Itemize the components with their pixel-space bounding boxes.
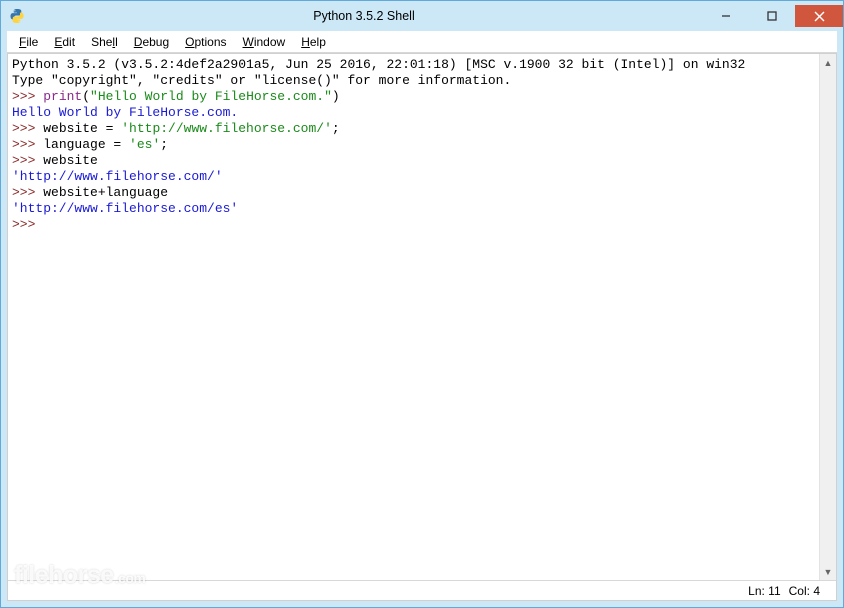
scroll-down-arrow-icon[interactable]: ▼ bbox=[820, 563, 836, 580]
window-title: Python 3.5.2 Shell bbox=[25, 9, 703, 23]
code-text: website = bbox=[43, 121, 121, 136]
menu-shell[interactable]: Shell bbox=[83, 33, 126, 51]
paren: ) bbox=[332, 89, 340, 104]
code-text: website bbox=[43, 153, 98, 168]
string-literal: 'http://www.filehorse.com/' bbox=[121, 121, 332, 136]
builtin-print: print bbox=[43, 89, 82, 104]
string-literal: 'es' bbox=[129, 137, 160, 152]
prompt: >>> bbox=[12, 217, 43, 232]
python-app-icon bbox=[9, 8, 25, 24]
close-button[interactable] bbox=[795, 5, 843, 27]
code-text: ; bbox=[160, 137, 168, 152]
content-wrap: Python 3.5.2 (v3.5.2:4def2a2901a5, Jun 2… bbox=[7, 53, 837, 601]
menu-edit[interactable]: Edit bbox=[46, 33, 83, 51]
menu-help[interactable]: Help bbox=[293, 33, 334, 51]
minimize-button[interactable] bbox=[703, 5, 749, 27]
titlebar[interactable]: Python 3.5.2 Shell bbox=[1, 1, 843, 31]
statusbar: Ln: 11 Col: 4 bbox=[8, 580, 836, 600]
prompt: >>> bbox=[12, 153, 43, 168]
menu-window[interactable]: Window bbox=[235, 33, 294, 51]
maximize-button[interactable] bbox=[749, 5, 795, 27]
prompt: >>> bbox=[12, 137, 43, 152]
stdout-line: Hello World by FileHorse.com. bbox=[12, 105, 238, 120]
vertical-scrollbar[interactable]: ▲ ▼ bbox=[819, 54, 836, 580]
paren: ( bbox=[82, 89, 90, 104]
banner-line-1: Python 3.5.2 (v3.5.2:4def2a2901a5, Jun 2… bbox=[12, 57, 745, 72]
stdout-line: 'http://www.filehorse.com/es' bbox=[12, 201, 238, 216]
menubar: File Edit Shell Debug Options Window Hel… bbox=[7, 31, 837, 53]
status-line: Ln: 11 bbox=[748, 584, 780, 598]
scrollbar-track[interactable] bbox=[820, 71, 836, 563]
stdout-line: 'http://www.filehorse.com/' bbox=[12, 169, 223, 184]
menu-options[interactable]: Options bbox=[177, 33, 234, 51]
window-buttons bbox=[703, 5, 843, 27]
code-text: language = bbox=[43, 137, 129, 152]
prompt: >>> bbox=[12, 185, 43, 200]
window-frame: Python 3.5.2 Shell File Edit Shell Debug… bbox=[0, 0, 844, 608]
string-literal: "Hello World by FileHorse.com." bbox=[90, 89, 332, 104]
editor[interactable]: Python 3.5.2 (v3.5.2:4def2a2901a5, Jun 2… bbox=[8, 54, 819, 580]
scroll-up-arrow-icon[interactable]: ▲ bbox=[820, 54, 836, 71]
banner-line-2: Type "copyright", "credits" or "license(… bbox=[12, 73, 511, 88]
prompt: >>> bbox=[12, 89, 43, 104]
prompt: >>> bbox=[12, 121, 43, 136]
menu-file[interactable]: File bbox=[11, 33, 46, 51]
editor-shell: Python 3.5.2 (v3.5.2:4def2a2901a5, Jun 2… bbox=[8, 54, 836, 580]
status-col: Col: 4 bbox=[789, 584, 820, 598]
code-text: website+language bbox=[43, 185, 168, 200]
code-text: ; bbox=[332, 121, 340, 136]
menu-debug[interactable]: Debug bbox=[126, 33, 177, 51]
